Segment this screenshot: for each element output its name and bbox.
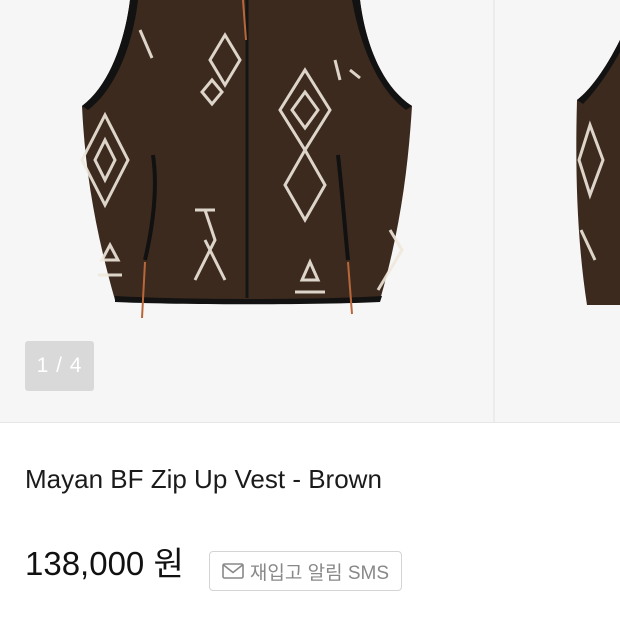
- fleece-vest-image-next: [576, 40, 620, 305]
- price-row: 138,000 원: [25, 536, 184, 586]
- mail-icon: [222, 563, 244, 579]
- image-counter-badge: 1 / 4: [25, 341, 94, 391]
- product-title: Mayan BF Zip Up Vest - Brown: [25, 464, 382, 494]
- product-image-carousel[interactable]: 1 / 4: [0, 0, 620, 423]
- restock-sms-label: 재입고 알림 SMS: [249, 562, 390, 584]
- product-price: 138,000 원: [25, 545, 184, 582]
- product-image-next[interactable]: [495, 0, 620, 422]
- restock-sms-button[interactable]: 재입고 알림 SMS: [209, 551, 402, 591]
